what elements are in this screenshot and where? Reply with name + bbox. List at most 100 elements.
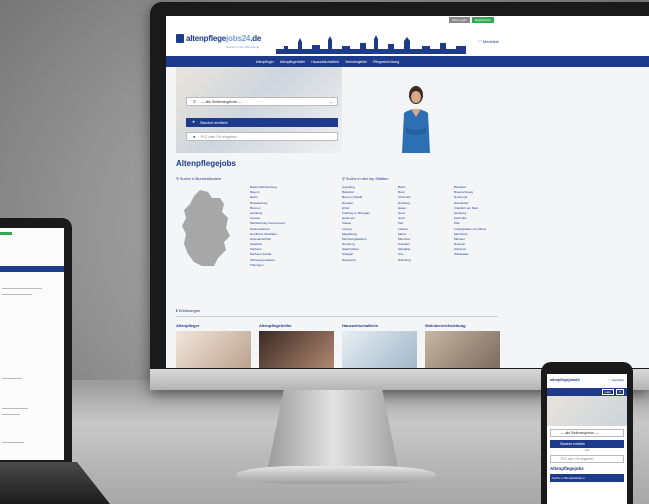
city-link[interactable]: München — [398, 237, 411, 242]
city-link[interactable]: Bielefeld — [342, 191, 370, 195]
city-link[interactable]: Augsburg — [342, 185, 370, 190]
job-card-title: Wohnbereichsleitung — [425, 323, 466, 328]
bundesland-link[interactable]: Bayern — [250, 191, 285, 195]
standort-button[interactable]: ➤ Standort ermitteln — [186, 118, 338, 127]
locate-icon: ➤ — [192, 119, 196, 124]
search-icon: ⚲ — [193, 99, 196, 104]
city-link[interactable]: Frankfurt am Main — [454, 206, 486, 211]
city-link[interactable]: Leipzig — [342, 227, 370, 232]
job-card[interactable]: Altenpfleger — [176, 323, 251, 368]
nav-item-hauswirtschafterin[interactable]: Hauswirtschafterin — [311, 60, 339, 64]
plz-input[interactable]: ● PLZ oder Ort eingeben — [186, 132, 338, 141]
nav-item-altenpfleger[interactable]: Altenpfleger — [256, 60, 274, 64]
city-link[interactable]: Karlsruhe — [454, 217, 486, 221]
nav-item-pflegeeinrichtung[interactable]: Pflegeeinrichtung — [373, 60, 399, 64]
phone-merkliste-link[interactable]: ♡ Merkliste — [608, 378, 624, 382]
phone-menu-icon[interactable]: ☰ — [615, 389, 624, 395]
city-link[interactable]: Nürnberg — [342, 242, 370, 247]
register-button[interactable]: Registrieren — [471, 17, 494, 23]
job-category-select[interactable]: ⚲ — alle Stellenangebote — ⌄ — [186, 97, 338, 106]
bundesland-link[interactable]: Thüringen — [250, 263, 285, 268]
city-link[interactable]: Berlin — [398, 185, 411, 190]
city-link[interactable]: Ludwigshafen am Rhein — [454, 227, 486, 232]
city-link[interactable]: Bonn — [398, 191, 411, 195]
phone-plz-input[interactable]: PLZ oder Ort eingeben — [550, 455, 624, 463]
city-link[interactable]: Ulm — [398, 253, 411, 257]
phone-oder-label: oder — [584, 449, 590, 452]
city-link[interactable]: Wiesbaden — [454, 253, 486, 257]
phone-job-category-select[interactable]: — alle Stellenangebote — — [550, 429, 624, 437]
city-link[interactable]: Rostock — [454, 242, 486, 247]
city-link[interactable]: Würzburg — [398, 258, 411, 263]
city-link[interactable]: Lübeck — [398, 227, 411, 232]
city-link[interactable]: Chemnitz — [398, 196, 411, 200]
city-link[interactable]: Bielefeld — [454, 185, 486, 190]
divider — [176, 316, 498, 317]
bundesland-link[interactable]: Saarland — [250, 242, 285, 247]
merkliste-link[interactable]: ♡ Merkliste — [478, 39, 499, 44]
nav-item-wohnbegleiter[interactable]: Wohnbegleiter — [345, 60, 367, 64]
phone-standort-button[interactable]: Standort ermitteln — [550, 440, 624, 448]
bundesland-link[interactable]: Hessen — [250, 217, 285, 221]
job-card-image — [342, 331, 417, 368]
job-card-image — [176, 331, 251, 368]
city-link[interactable]: Gera — [398, 211, 411, 216]
city-link[interactable]: Saarbrücken — [342, 248, 370, 252]
phone-login-button[interactable]: Login — [601, 389, 614, 395]
bundesland-link[interactable]: Bremen — [250, 206, 285, 211]
city-link[interactable]: Freiburg im Breisgau — [342, 211, 370, 216]
job-card[interactable]: Wohnbereichsleitung — [425, 323, 500, 368]
bundesland-link[interactable]: Baden-Württemberg — [250, 185, 285, 190]
city-link[interactable]: Jena — [398, 217, 411, 221]
erklaerungen-heading: ℹ Erklärungen — [176, 308, 201, 313]
bundesland-link[interactable]: Berlin — [250, 196, 285, 200]
city-link[interactable]: Mannheim — [454, 232, 486, 237]
bundesland-link[interactable]: Hamburg — [250, 211, 285, 216]
nav-item-altenpflegehelfer[interactable]: Altenpflegehelfer — [280, 60, 305, 64]
city-link[interactable]: Magdeburg — [342, 232, 370, 237]
bundesland-link[interactable]: Schleswig-Holstein — [250, 258, 285, 263]
city-link[interactable]: Potsdam — [398, 242, 411, 247]
job-card-title: Hauswirtschafterin — [342, 323, 379, 328]
staedte-heading: ⚲ Suche in den top Städten — [342, 177, 389, 181]
bundesland-link[interactable]: Mecklenburg-Vorpommern — [250, 222, 285, 226]
phone-screen: altenpflegejobs24 ♡ Merkliste Login ☰ — … — [547, 374, 627, 504]
login-button[interactable]: Mein Login — [449, 17, 470, 23]
laptop-login-button[interactable] — [0, 232, 12, 235]
bundesland-link[interactable]: Rheinland-Pfalz — [250, 237, 285, 242]
city-link[interactable]: Hannover — [342, 217, 370, 221]
job-card[interactable]: Hauswirtschafterin — [342, 323, 417, 368]
city-link[interactable]: Bremen (Stadt) — [342, 196, 370, 200]
bundesland-link[interactable]: Niedersachsen — [250, 227, 285, 232]
city-link[interactable]: Dresden — [342, 201, 370, 206]
city-link[interactable]: Düsseldorf — [454, 201, 486, 206]
city-link[interactable]: Duisburg — [398, 201, 411, 206]
city-link[interactable]: Erfurt — [342, 206, 370, 211]
city-link[interactable]: Schwerin — [454, 248, 486, 252]
city-link[interactable]: Mönchengladbach — [342, 237, 370, 242]
staedte-list-1: Augsburg Bielefeld Bremen (Stadt) Dresde… — [342, 185, 370, 263]
city-link[interactable]: Wuppertal — [342, 258, 370, 263]
city-link[interactable]: Mainz — [398, 232, 411, 237]
germany-map[interactable] — [178, 188, 234, 268]
phone-hero-image — [547, 396, 627, 426]
bundesland-link[interactable]: Nordrhein-Westfalen — [250, 232, 285, 237]
phone-header: altenpflegejobs24 ♡ Merkliste — [547, 374, 627, 388]
city-link[interactable]: Münster — [454, 237, 486, 242]
city-link[interactable]: Hamburg — [454, 211, 486, 216]
city-link[interactable]: Braunschweig — [454, 191, 486, 195]
job-card[interactable]: Altenpflegehelfer — [259, 323, 334, 368]
city-link[interactable]: Salzgitter — [398, 248, 411, 252]
site-logo[interactable]: altenpflegejobs24.de — [176, 34, 261, 43]
bundesland-link[interactable]: Sachsen-Anhalt — [250, 253, 285, 257]
bundesland-link[interactable]: Sachsen — [250, 248, 285, 252]
city-link[interactable]: Kassel — [342, 222, 370, 226]
city-link[interactable]: Köln — [454, 222, 486, 226]
phone-logo[interactable]: altenpflegejobs24 — [550, 378, 580, 382]
city-link[interactable]: Kiel — [398, 222, 411, 226]
bundesland-link[interactable]: Brandenburg — [250, 201, 285, 206]
phone-bundesland-heading[interactable]: Suche in Bundesländern — [550, 474, 624, 482]
city-link[interactable]: Essen — [398, 206, 411, 211]
city-link[interactable]: Stuttgart — [342, 253, 370, 257]
city-link[interactable]: Dortmund — [454, 196, 486, 200]
